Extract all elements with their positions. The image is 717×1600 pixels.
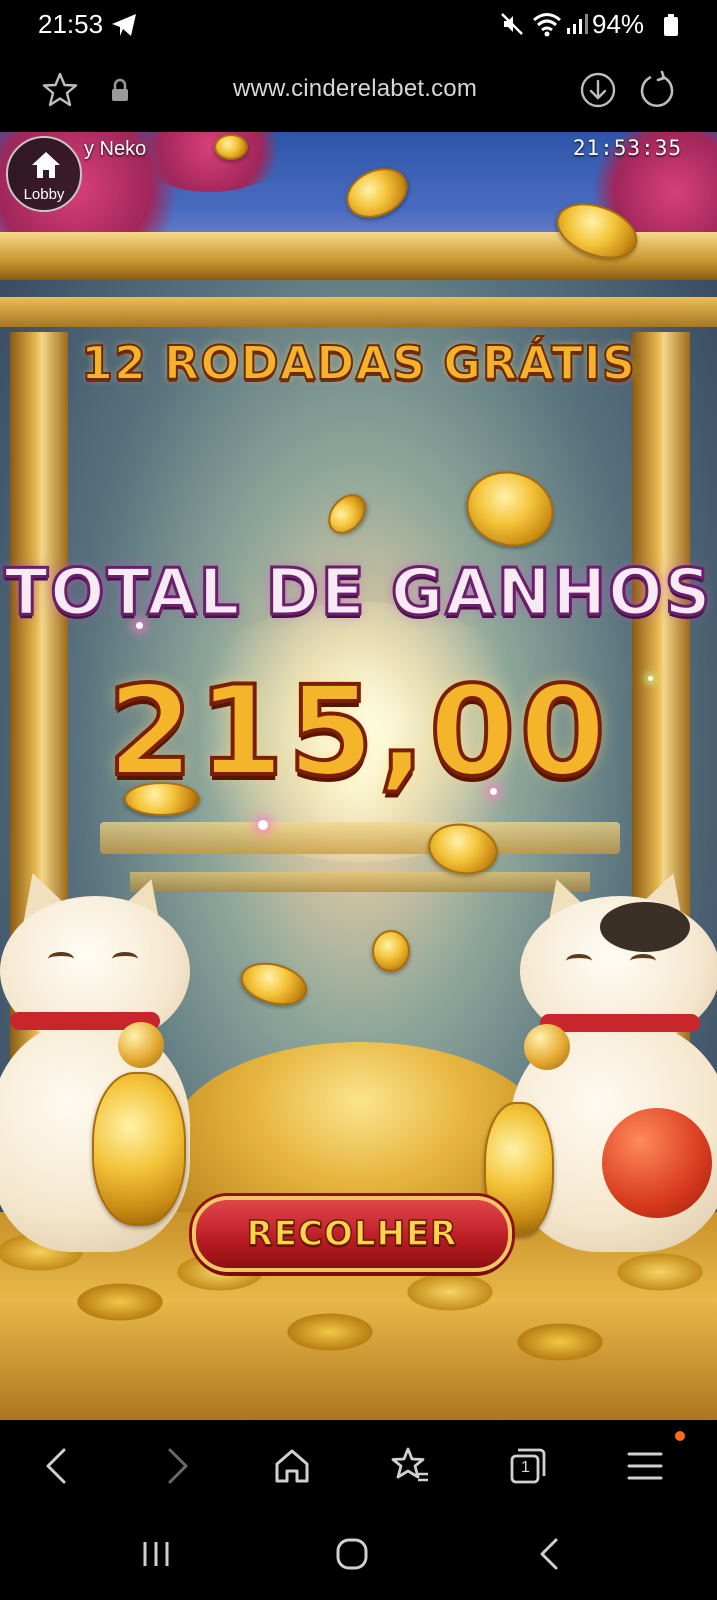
browser-bottom-bar: 1 [0, 1420, 717, 1512]
menu-icon[interactable] [625, 1446, 665, 1486]
total-winnings-amount: 215,00 [105, 658, 610, 806]
lobby-label: Lobby [23, 186, 65, 203]
status-bar: 21:53 94% [0, 0, 717, 50]
tab-count: 1 [521, 1459, 530, 1476]
flying-coin [320, 486, 374, 542]
telegram-icon [112, 14, 136, 36]
collect-button-label: RECOLHER [246, 1213, 458, 1255]
lucky-cat-left [0, 865, 210, 1252]
download-icon[interactable] [578, 70, 618, 110]
lock-icon[interactable] [110, 78, 130, 102]
wifi-icon [533, 13, 561, 37]
free-spins-banner: 12 RODADAS GRÁTIS [80, 335, 637, 391]
torii-gate-lower-beam [0, 297, 717, 327]
collect-button[interactable]: RECOLHER [192, 1196, 512, 1272]
flying-coin [457, 461, 563, 557]
game-canvas[interactable]: y Neko 21:53:35 Lobby 12 RODADAS GRÁTIS … [0, 132, 717, 1420]
home-icon[interactable] [272, 1446, 312, 1486]
mute-icon [501, 13, 523, 35]
recents-icon[interactable] [136, 1534, 176, 1574]
distant-torii-beam [100, 822, 620, 854]
notification-dot [675, 1431, 685, 1441]
lobby-button[interactable]: Lobby [6, 136, 82, 212]
game-title: y Neko [84, 138, 147, 160]
tabs-button[interactable]: 1 [508, 1446, 548, 1486]
battery-percentage: 94% [592, 9, 645, 39]
flying-coin [235, 955, 313, 1013]
system-navigation-bar [0, 1512, 717, 1600]
star-icon[interactable] [40, 70, 80, 110]
forward-icon[interactable] [156, 1446, 196, 1486]
home-circle-icon[interactable] [332, 1534, 372, 1574]
home-icon [32, 152, 60, 178]
browser-toolbar: www.cinderelabet.com [0, 50, 717, 132]
url-bar[interactable]: www.cinderelabet.com [150, 75, 560, 103]
system-back-icon[interactable] [530, 1534, 570, 1574]
sparkle [258, 820, 268, 830]
flying-coin [214, 134, 248, 160]
battery-icon [664, 14, 678, 36]
bookmarks-icon[interactable] [390, 1446, 430, 1486]
status-time: 21:53 [38, 9, 104, 39]
signal-icon [567, 14, 588, 34]
back-icon[interactable] [38, 1446, 78, 1486]
total-winnings-label: TOTAL DE GANHOS [3, 555, 713, 632]
lucky-cat-right [480, 865, 717, 1252]
game-clock: 21:53:35 [572, 136, 682, 160]
reload-icon[interactable] [637, 70, 677, 110]
flying-coin [372, 930, 410, 972]
